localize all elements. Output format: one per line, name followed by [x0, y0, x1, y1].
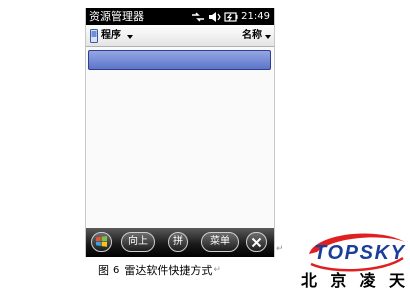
- close-icon: [251, 237, 262, 248]
- selected-file-row[interactable]: [88, 50, 271, 70]
- caption-return-mark: ↵: [213, 265, 221, 275]
- speaker-icon[interactable]: [208, 11, 221, 23]
- sort-selector[interactable]: 名称: [242, 28, 271, 44]
- close-button[interactable]: [246, 232, 267, 252]
- file-list: [86, 47, 274, 228]
- start-button[interactable]: [91, 232, 112, 252]
- app-title: 资源管理器: [89, 10, 144, 23]
- sort-label: 名称: [242, 30, 262, 41]
- logo-char: 天: [388, 271, 406, 290]
- caret-down-icon: [265, 35, 271, 39]
- logo-brand-text: TOPSKY: [314, 242, 406, 264]
- caret-down-icon: [127, 35, 133, 39]
- pda-device-icon: [90, 29, 98, 43]
- status-bar: 资源管理器 21:49: [86, 8, 274, 25]
- soft-key-bar: 向上 拼 菜单: [86, 228, 274, 257]
- return-mark: ↵: [276, 244, 284, 254]
- logo-char: 凌: [359, 271, 377, 290]
- battery-icon[interactable]: [224, 11, 238, 23]
- caption-text: 雷达软件快捷方式: [124, 264, 213, 277]
- menu-button[interactable]: 菜单: [201, 232, 239, 252]
- logo-char: 京: [330, 271, 348, 290]
- logo-chinese-name: 北 京 凌 天: [301, 267, 406, 291]
- device-screen: 资源管理器 21:49 程序 名称 向上 拼 菜单: [85, 8, 275, 257]
- folder-label: 程序: [101, 30, 121, 41]
- caption-prefix: 图: [98, 264, 109, 277]
- folder-selector[interactable]: 程序: [90, 28, 133, 44]
- up-button[interactable]: 向上: [121, 232, 155, 252]
- clock: 21:49: [241, 11, 270, 22]
- explorer-toolbar: 程序 名称: [86, 25, 274, 47]
- figure-caption: 图 6 雷达软件快捷方式 ↵: [98, 262, 221, 278]
- status-icons: 21:49: [191, 9, 270, 24]
- caption-number: 6: [113, 264, 120, 276]
- windows-start-icon: [96, 236, 107, 247]
- spell-button[interactable]: 拼: [168, 232, 188, 252]
- logo-char: 北: [301, 271, 319, 290]
- signal-icon[interactable]: [191, 11, 205, 23]
